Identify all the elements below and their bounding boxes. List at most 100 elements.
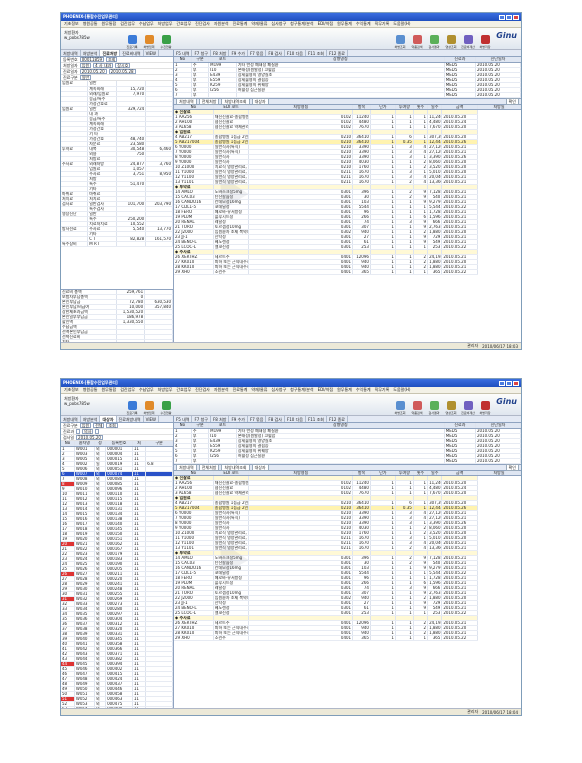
- tool-button-1[interactable]: 처방입력: [141, 31, 157, 49]
- field-value[interactable]: 의사: [82, 429, 94, 434]
- menu-item-4[interactable]: 수납업무: [139, 387, 154, 393]
- menu-item-7[interactable]: 진단검사: [195, 21, 210, 27]
- field-value[interactable]: 입원: [79, 423, 92, 428]
- menu-item-1[interactable]: 병원공통: [83, 21, 98, 27]
- menu-item-5[interactable]: 처방업무: [158, 387, 173, 393]
- menu-item-11[interactable]: 심사청구: [271, 387, 286, 393]
- menu-item-10[interactable]: 약재/물류: [251, 21, 267, 27]
- tool-button-2[interactable]: 수진현황: [158, 397, 174, 415]
- left-tab-0[interactable]: 처방내역: [61, 50, 81, 56]
- right-tab-4[interactable]: F7 묶음: [248, 416, 267, 422]
- right-tab-0[interactable]: F5 내역: [174, 50, 193, 56]
- right-tab-1[interactable]: F7 청구: [192, 416, 211, 422]
- right-tab-5[interactable]: F8 검사: [266, 50, 285, 56]
- right-tool-button-5[interactable]: 처방저장: [477, 397, 493, 415]
- minimize-button[interactable]: [499, 14, 505, 20]
- mid-tab-1[interactable]: 전체처방: [198, 463, 220, 471]
- menu-item-11[interactable]: 심사청구: [271, 21, 286, 27]
- left-tab-2[interactable]: 진료처방: [100, 50, 121, 56]
- right-tool-button-0[interactable]: 처방조회: [392, 397, 408, 415]
- menu-item-4[interactable]: 수납업무: [139, 21, 154, 27]
- left-tab-0[interactable]: 처방내역: [61, 416, 81, 422]
- field-value[interactable]: 장시호: [115, 63, 131, 68]
- left-tab-1[interactable]: 처방분석: [81, 416, 101, 422]
- menu-item-1[interactable]: 병원공통: [83, 387, 98, 393]
- menu-item-17[interactable]: 도움말(H): [393, 21, 410, 27]
- mid-tab-0[interactable]: 처방내역: [176, 463, 197, 471]
- field-value[interactable]: 4 사 내과: [93, 63, 114, 68]
- close-button[interactable]: [513, 14, 519, 20]
- right-tool-button-3[interactable]: 영상조회: [443, 397, 459, 415]
- right-tool-button-4[interactable]: 진료비계산: [460, 31, 476, 49]
- right-tab-7[interactable]: F11 조회: [306, 50, 327, 56]
- menu-item-8[interactable]: 자원분석: [214, 387, 229, 393]
- menu-item-13[interactable]: EDI/약점: [318, 21, 334, 27]
- field-value[interactable]: 2010.05.20: [79, 69, 107, 74]
- diagnosis-row[interactable]: 7 부 MED5 2010.05.20: [174, 92, 521, 98]
- field-value[interactable]: [76, 429, 81, 434]
- menu-item-14[interactable]: 원무통계: [337, 387, 352, 393]
- close-button[interactable]: [513, 380, 519, 386]
- menu-item-16[interactable]: 직무기록: [375, 387, 390, 393]
- field-value[interactable]: 00011859: [79, 57, 105, 62]
- diagnosis-row[interactable]: 7 부 MED5 2010.05.20: [174, 458, 521, 464]
- field-value[interactable]: 전체: [93, 423, 105, 428]
- right-tool-button-5[interactable]: 처방저장: [477, 31, 493, 49]
- right-tool-button-4[interactable]: 진료비계산: [460, 397, 476, 415]
- right-tab-6[interactable]: F10 다음: [285, 416, 306, 422]
- menu-item-8[interactable]: 자원분석: [214, 21, 229, 27]
- field-value[interactable]: 입원: [79, 63, 92, 68]
- menu-item-2[interactable]: 원무통합: [101, 387, 116, 393]
- menu-item-17[interactable]: 도움말(H): [393, 387, 410, 393]
- order-row[interactable]: 29 XH0 소린주 0401 365 1 1 1 365 2010.05.22: [174, 269, 521, 275]
- mid-tab-0[interactable]: 처방내역: [176, 97, 197, 105]
- field-value[interactable]: 일반: [79, 75, 92, 80]
- menu-item-9[interactable]: 진료통계: [233, 21, 248, 27]
- right-tab-8[interactable]: F12 종료: [327, 50, 348, 56]
- mid-tab-2[interactable]: 처방내역조회: [221, 97, 250, 105]
- menu-item-12[interactable]: 청구통계/분석: [290, 387, 313, 393]
- right-tab-1[interactable]: F7 청구: [192, 50, 211, 56]
- tool-button-0[interactable]: 진료기록: [124, 397, 140, 415]
- mid-tab-2[interactable]: 처방내역조회: [221, 463, 250, 471]
- menu-item-7[interactable]: 진단검사: [195, 387, 210, 393]
- mid-tab-3[interactable]: 대상자: [251, 97, 269, 105]
- left-tab-3[interactable]: 진료비내역: [120, 50, 144, 56]
- right-tool-button-1[interactable]: 약품검색: [409, 31, 425, 49]
- field-value[interactable]: 2010.05.28: [108, 69, 136, 74]
- right-tab-5[interactable]: F8 검사: [266, 416, 285, 422]
- tool-button-1[interactable]: 처방입력: [141, 397, 157, 415]
- mid-tab-1[interactable]: 전체처방: [198, 97, 220, 105]
- left-tab-2[interactable]: 대상자: [100, 416, 117, 422]
- field-value[interactable]: 2010.05.20: [76, 435, 103, 440]
- menu-item-5[interactable]: 처방업무: [158, 21, 173, 27]
- maximize-button[interactable]: [506, 14, 512, 20]
- menu-item-2[interactable]: 원무통합: [101, 21, 116, 27]
- menu-item-9[interactable]: 진료통계: [233, 387, 248, 393]
- right-tab-6[interactable]: F10 다음: [285, 50, 306, 56]
- menu-item-12[interactable]: 청구통계/분석: [290, 21, 313, 27]
- right-tab-2[interactable]: F8 처방: [211, 50, 230, 56]
- menu-item-15[interactable]: 수익통계: [356, 21, 371, 27]
- menu-item-6[interactable]: 간호업무: [176, 387, 191, 393]
- field-value[interactable]: [95, 429, 100, 434]
- right-tab-3[interactable]: F9 수가: [229, 416, 248, 422]
- menu-item-3[interactable]: 검진업무: [120, 387, 135, 393]
- maximize-button[interactable]: [506, 380, 512, 386]
- right-tab-0[interactable]: F5 내역: [174, 416, 193, 422]
- right-tool-button-3[interactable]: 영상조회: [443, 31, 459, 49]
- menu-item-6[interactable]: 간호업무: [176, 21, 191, 27]
- menu-item-3[interactable]: 검진업무: [120, 21, 135, 27]
- field-value[interactable]: 조회: [106, 57, 118, 62]
- field-value[interactable]: 조회: [106, 423, 118, 428]
- menu-item-10[interactable]: 약재/물류: [251, 387, 267, 393]
- confirm-button[interactable]: 확인: [505, 463, 519, 471]
- tool-button-0[interactable]: 진료기록: [124, 31, 140, 49]
- order-row[interactable]: 29 XH0 소린주 0401 365 1 1 1 365 2010.05.22: [174, 635, 521, 641]
- mid-tab-3[interactable]: 대상자: [251, 463, 269, 471]
- right-tool-button-0[interactable]: 처방조회: [392, 31, 408, 49]
- left-tab-4[interactable]: VIEW: [144, 50, 160, 56]
- menu-item-16[interactable]: 직무기록: [375, 21, 390, 27]
- right-tab-7[interactable]: F11 조회: [306, 416, 327, 422]
- tool-button-2[interactable]: 수진현황: [158, 31, 174, 49]
